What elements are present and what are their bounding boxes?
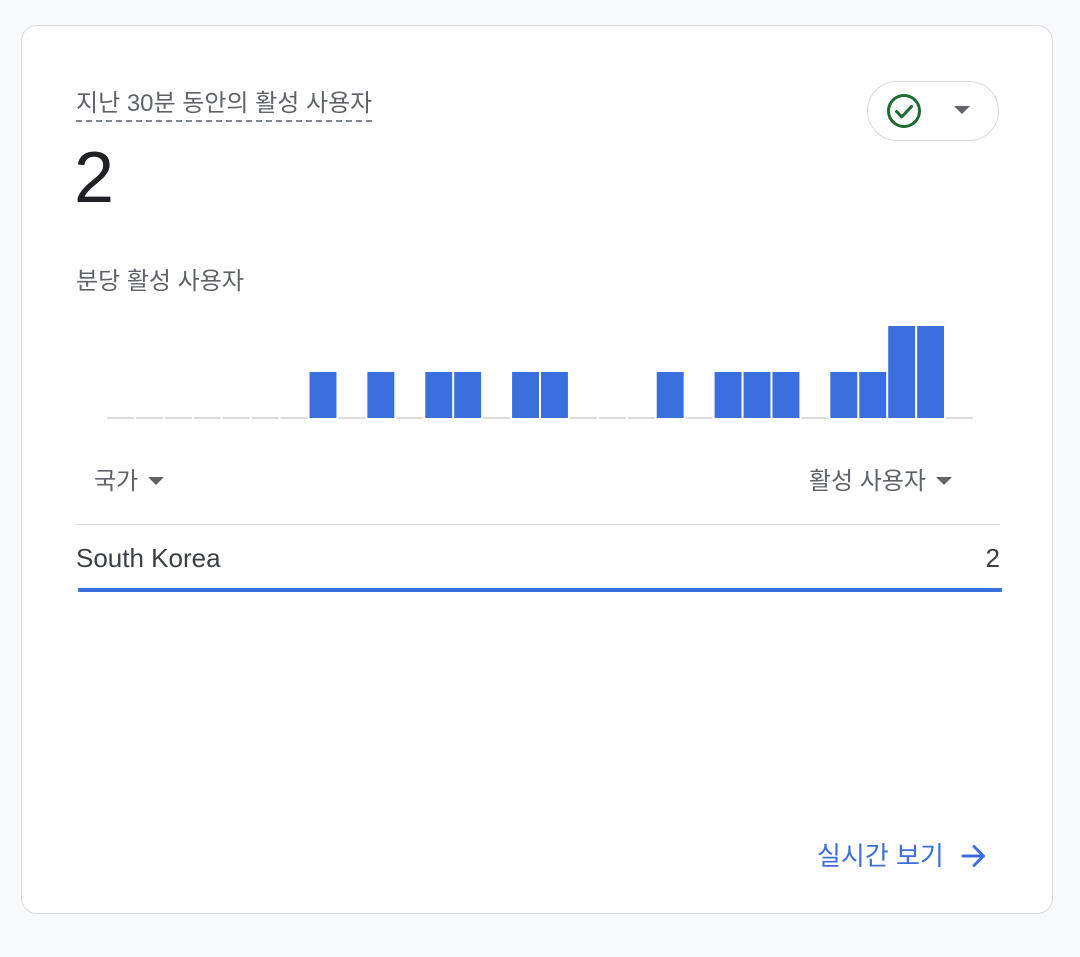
per-minute-bar-chart (107, 326, 973, 419)
arrow-right-icon (961, 845, 985, 868)
chart-bar[interactable] (454, 372, 482, 418)
chart-bar[interactable] (772, 372, 800, 418)
chart-bar[interactable] (859, 372, 887, 418)
card-title[interactable]: 지난 30분 동안의 활성 사용자 (76, 88, 373, 122)
chevron-down-icon (954, 106, 970, 114)
chart-bar[interactable] (714, 372, 742, 418)
chart-bar-empty[interactable] (685, 417, 713, 419)
chart-subtitle: 분당 활성 사용자 (76, 268, 244, 295)
chart-bar[interactable] (309, 372, 337, 418)
chart-bar-empty[interactable] (801, 417, 829, 419)
chart-bar-empty[interactable] (107, 417, 134, 419)
chart-bar-empty[interactable] (598, 417, 626, 419)
chart-bar[interactable] (830, 372, 858, 418)
chart-bar-empty[interactable] (280, 417, 308, 419)
chart-bar[interactable] (367, 372, 395, 418)
active-users-cell: 2 (985, 543, 1000, 573)
view-realtime-link[interactable]: 실시간 보기 (817, 838, 988, 874)
chart-bar-empty[interactable] (135, 417, 163, 419)
chart-bar[interactable] (512, 372, 539, 418)
active-users-value: 2 (74, 138, 115, 218)
chart-bar-empty[interactable] (222, 417, 250, 419)
chart-bar-empty[interactable] (946, 417, 973, 419)
chart-bar-empty[interactable] (396, 417, 424, 419)
chart-bar[interactable] (917, 326, 945, 418)
chart-bar[interactable] (656, 372, 684, 418)
table-divider (76, 524, 1000, 525)
chart-bar-empty[interactable] (338, 417, 366, 419)
chart-bar-empty[interactable] (193, 417, 221, 419)
chart-bar-empty[interactable] (483, 417, 511, 419)
chart-bar-empty[interactable] (569, 417, 597, 419)
active-users-column-header[interactable]: 활성 사용자 (809, 466, 952, 498)
table-row[interactable]: South Korea 2 (76, 536, 1002, 592)
active-users-header-label: 활성 사용자 (808, 468, 926, 495)
country-cell: South Korea (76, 543, 221, 573)
chart-bar-empty[interactable] (164, 417, 192, 419)
chart-bar[interactable] (425, 372, 453, 418)
check-circle-icon (887, 94, 921, 128)
row-share-bar (78, 588, 1002, 592)
sort-caret-icon (936, 476, 952, 485)
country-header-label: 국가 (94, 468, 139, 495)
realtime-card: 지난 30분 동안의 활성 사용자 2 분당 활성 사용자 국가 활성 사용자 … (21, 25, 1053, 914)
view-realtime-label: 실시간 보기 (817, 841, 944, 871)
chart-bar[interactable] (743, 372, 771, 418)
sort-caret-icon (148, 476, 165, 485)
chart-bar[interactable] (888, 326, 916, 418)
country-column-header[interactable]: 국가 (94, 466, 165, 498)
status-dropdown-button[interactable] (867, 81, 999, 141)
chart-bar-empty[interactable] (251, 417, 279, 419)
chart-bar[interactable] (541, 372, 568, 418)
chart-bar-empty[interactable] (627, 417, 655, 419)
